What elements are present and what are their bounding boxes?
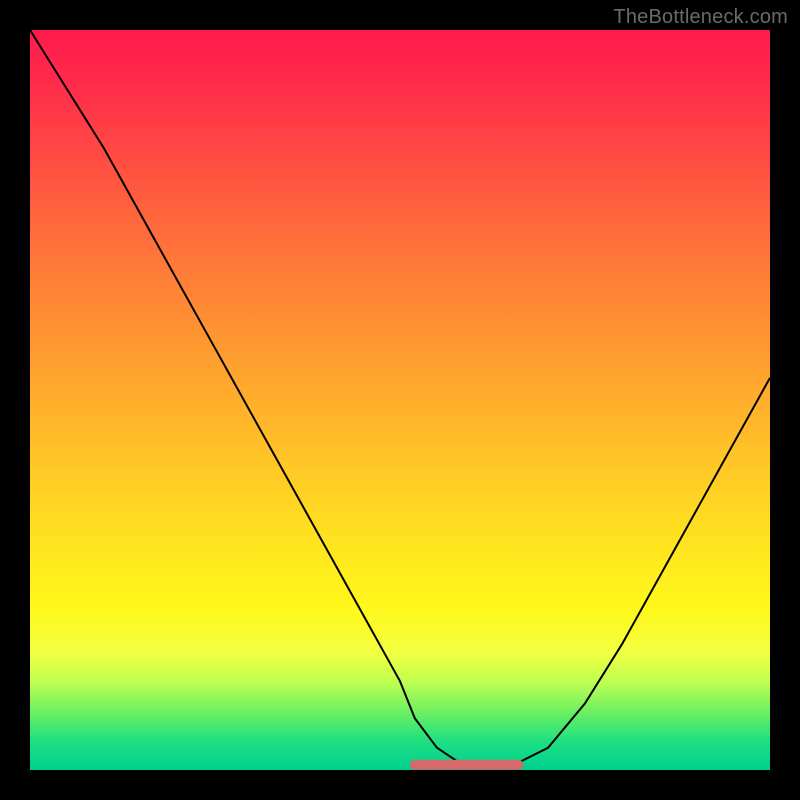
chart-frame: TheBottleneck.com <box>0 0 800 800</box>
bottleneck-curve <box>30 30 770 766</box>
curve-svg <box>30 30 770 770</box>
plot-area <box>30 30 770 770</box>
watermark-text: TheBottleneck.com <box>613 6 788 29</box>
